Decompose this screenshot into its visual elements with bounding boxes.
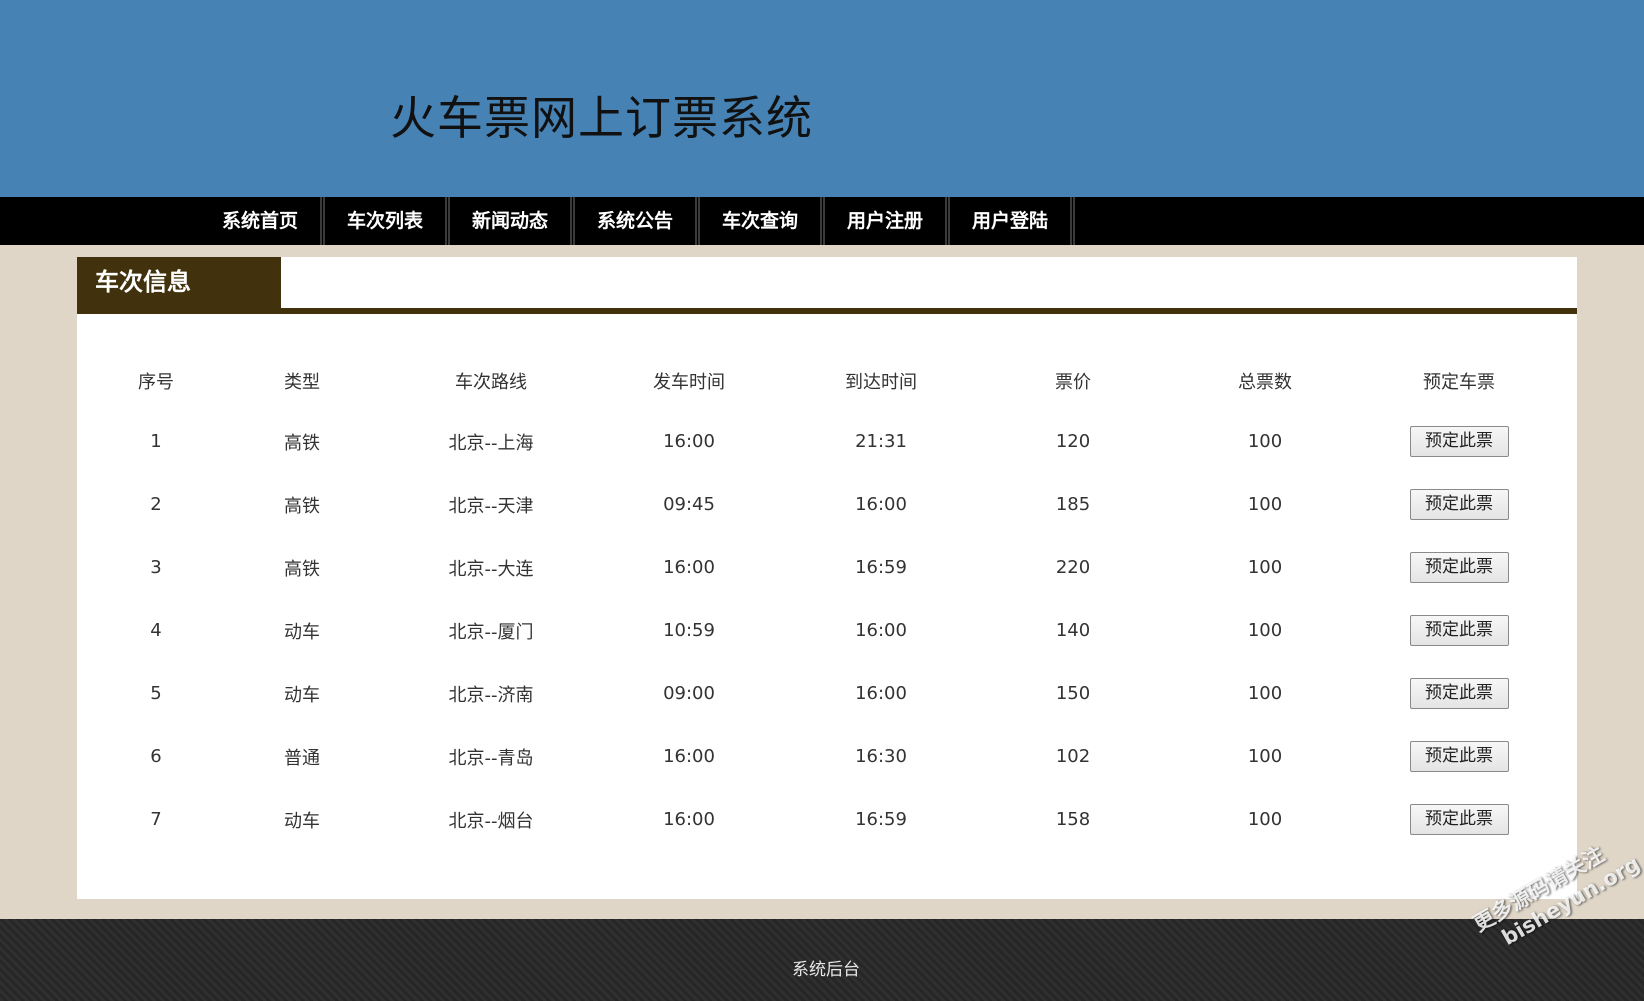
nav-item-announcements[interactable]: 系统公告 <box>575 197 700 245</box>
cell-arrive: 16:59 <box>855 557 907 578</box>
nav-item-news[interactable]: 新闻动态 <box>450 197 575 245</box>
cell-book: 预定此票 <box>1361 410 1557 473</box>
book-ticket-button[interactable]: 预定此票 <box>1409 804 1509 835</box>
cell-price: 158 <box>1055 809 1091 830</box>
admin-backend-link[interactable]: 系统后台 <box>0 955 1644 980</box>
cell-total: 100 <box>1247 809 1283 830</box>
column-header-type: 类型 <box>284 372 320 393</box>
cell-total: 100 <box>1247 683 1283 704</box>
cell-depart: 09:45 <box>663 494 715 515</box>
cell-depart: 16:00 <box>663 746 715 767</box>
cell-arrive: 16:30 <box>855 746 907 767</box>
column-header-arrive: 到达时间 <box>845 372 917 393</box>
nav-item-register[interactable]: 用户注册 <box>825 197 950 245</box>
cell-book: 预定此票 <box>1361 662 1557 725</box>
cell-route: 北京--厦门 <box>448 621 534 643</box>
panel-divider <box>77 308 1577 314</box>
cell-book: 预定此票 <box>1361 599 1557 662</box>
column-header-book: 预定车票 <box>1423 372 1495 393</box>
cell-index: 2 <box>150 494 162 515</box>
cell-depart: 16:00 <box>663 431 715 452</box>
cell-index: 5 <box>150 683 162 704</box>
cell-book: 预定此票 <box>1361 536 1557 599</box>
column-header-price: 票价 <box>1055 372 1091 393</box>
cell-arrive: 21:31 <box>855 431 907 452</box>
column-header-index: 序号 <box>138 372 174 393</box>
cell-arrive: 16:00 <box>855 494 907 515</box>
table-row: 7 动车 北京--烟台 16:00 16:59 158 100 预定此票 <box>97 788 1557 851</box>
book-ticket-button[interactable]: 预定此票 <box>1409 552 1509 583</box>
cell-total: 100 <box>1247 431 1283 452</box>
cell-depart: 16:00 <box>663 557 715 578</box>
cell-depart: 16:00 <box>663 809 715 830</box>
cell-type: 高铁 <box>284 495 320 517</box>
book-ticket-button[interactable]: 预定此票 <box>1409 489 1509 520</box>
cell-total: 100 <box>1247 746 1283 767</box>
cell-price: 120 <box>1055 431 1091 452</box>
cell-route: 北京--青岛 <box>448 747 534 769</box>
cell-total: 100 <box>1247 620 1283 641</box>
cell-type: 普通 <box>284 747 320 769</box>
cell-index: 4 <box>150 620 162 641</box>
cell-route: 北京--济南 <box>448 684 534 706</box>
train-table: 序号 类型 车次路线 发车时间 到达时间 票价 总票数 预定车票 1 高铁 北京… <box>97 352 1557 851</box>
main-nav: 系统首页 车次列表 新闻动态 系统公告 车次查询 用户注册 用户登陆 <box>0 197 1644 245</box>
cell-route: 北京--天津 <box>448 495 534 517</box>
column-header-route: 车次路线 <box>455 372 527 393</box>
cell-route: 北京--上海 <box>448 432 534 454</box>
cell-arrive: 16:59 <box>855 809 907 830</box>
nav-list: 系统首页 车次列表 新闻动态 系统公告 车次查询 用户注册 用户登陆 <box>200 197 1075 245</box>
table-row: 3 高铁 北京--大连 16:00 16:59 220 100 预定此票 <box>97 536 1557 599</box>
cell-index: 6 <box>150 746 162 767</box>
column-header-total: 总票数 <box>1238 372 1292 393</box>
cell-book: 预定此票 <box>1361 725 1557 788</box>
cell-total: 100 <box>1247 557 1283 578</box>
book-ticket-button[interactable]: 预定此票 <box>1409 426 1509 457</box>
cell-route: 北京--大连 <box>448 558 534 580</box>
table-row: 4 动车 北京--厦门 10:59 16:00 140 100 预定此票 <box>97 599 1557 662</box>
table-row: 1 高铁 北京--上海 16:00 21:31 120 100 预定此票 <box>97 410 1557 473</box>
table-header-row: 序号 类型 车次路线 发车时间 到达时间 票价 总票数 预定车票 <box>97 352 1557 410</box>
site-footer: 系统后台 <box>0 919 1644 1001</box>
cell-index: 7 <box>150 809 162 830</box>
column-header-depart: 发车时间 <box>653 372 725 393</box>
cell-price: 140 <box>1055 620 1091 641</box>
cell-type: 高铁 <box>284 432 320 454</box>
cell-index: 1 <box>150 431 162 452</box>
cell-type: 动车 <box>284 810 320 832</box>
cell-depart: 10:59 <box>663 620 715 641</box>
cell-type: 高铁 <box>284 558 320 580</box>
nav-item-train-list[interactable]: 车次列表 <box>325 197 450 245</box>
train-info-panel: 车次信息 序号 类型 车次路线 发车时间 到达时间 票价 总票数 预定车票 1 … <box>77 257 1577 899</box>
cell-depart: 09:00 <box>663 683 715 704</box>
cell-index: 3 <box>150 557 162 578</box>
cell-price: 185 <box>1055 494 1091 515</box>
panel-title: 车次信息 <box>77 257 281 308</box>
table-row: 5 动车 北京--济南 09:00 16:00 150 100 预定此票 <box>97 662 1557 725</box>
table-row: 2 高铁 北京--天津 09:45 16:00 185 100 预定此票 <box>97 473 1557 536</box>
cell-price: 102 <box>1055 746 1091 767</box>
cell-total: 100 <box>1247 494 1283 515</box>
cell-arrive: 16:00 <box>855 683 907 704</box>
table-row: 6 普通 北京--青岛 16:00 16:30 102 100 预定此票 <box>97 725 1557 788</box>
cell-price: 150 <box>1055 683 1091 704</box>
nav-item-login[interactable]: 用户登陆 <box>950 197 1075 245</box>
cell-type: 动车 <box>284 621 320 643</box>
site-header: 火车票网上订票系统 <box>0 0 1644 197</box>
book-ticket-button[interactable]: 预定此票 <box>1409 615 1509 646</box>
book-ticket-button[interactable]: 预定此票 <box>1409 741 1509 772</box>
cell-price: 220 <box>1055 557 1091 578</box>
cell-book: 预定此票 <box>1361 473 1557 536</box>
cell-type: 动车 <box>284 684 320 706</box>
book-ticket-button[interactable]: 预定此票 <box>1409 678 1509 709</box>
nav-item-home[interactable]: 系统首页 <box>200 197 325 245</box>
nav-item-train-search[interactable]: 车次查询 <box>700 197 825 245</box>
cell-arrive: 16:00 <box>855 620 907 641</box>
site-title: 火车票网上订票系统 <box>390 91 813 145</box>
cell-route: 北京--烟台 <box>448 810 534 832</box>
cell-book: 预定此票 <box>1361 788 1557 851</box>
